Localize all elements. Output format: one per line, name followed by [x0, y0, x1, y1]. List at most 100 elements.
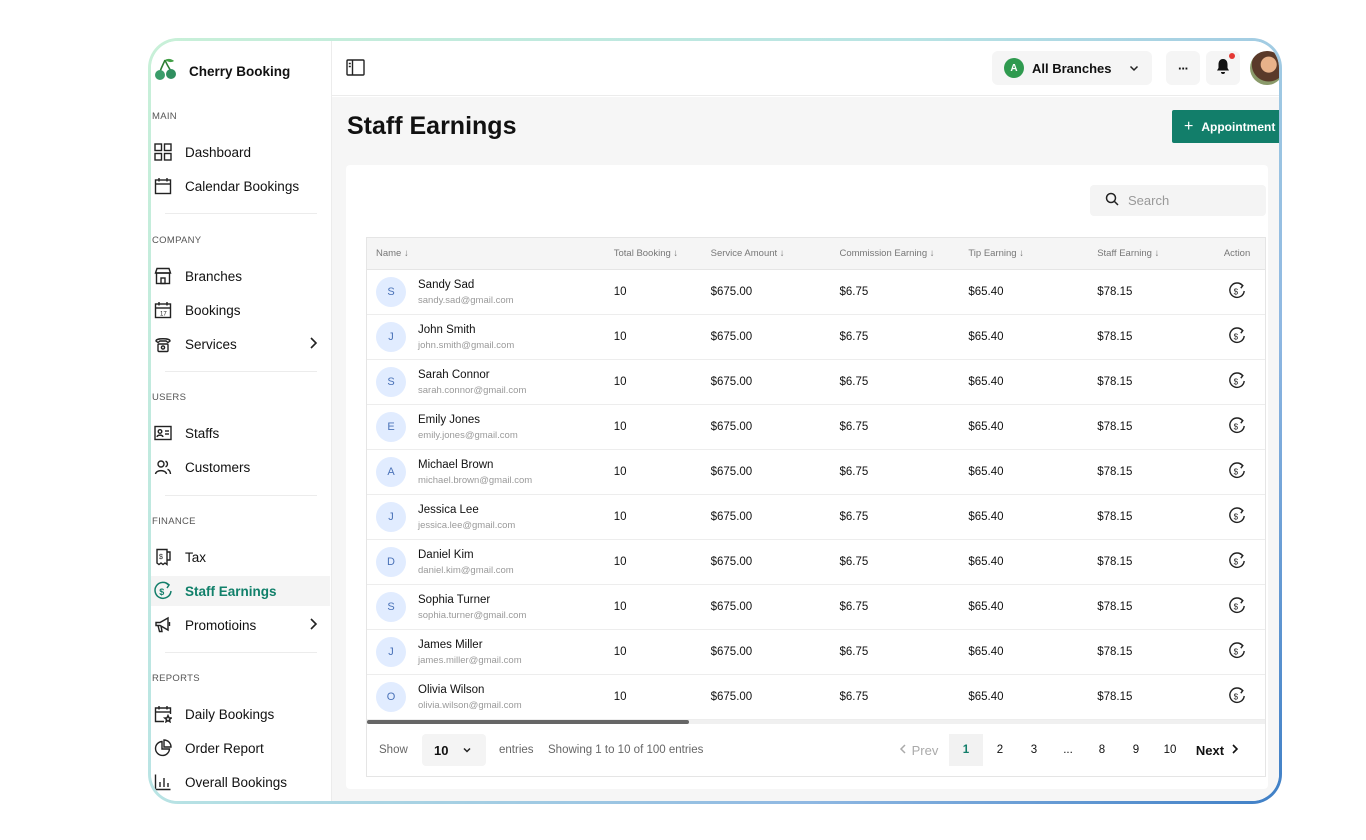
staff-name-block: John Smith john.smith@gmail.com: [418, 323, 514, 352]
sidebar-item-staffs[interactable]: Staffs: [151, 418, 330, 448]
search-input[interactable]: Search: [1090, 185, 1266, 216]
sidebar-item-customers[interactable]: Customers: [151, 452, 330, 482]
sidebar-item-promotions[interactable]: Promotioins: [151, 610, 330, 640]
table-row: J John Smith john.smith@gmail.com 10 $675.00…: [367, 315, 1265, 360]
staff-earning-cell: $78.15: [1097, 376, 1133, 388]
staff-email: jessica.lee@gmail.com: [418, 519, 516, 531]
page-button-3[interactable]: 3: [1017, 734, 1051, 766]
column-header-staff-earning[interactable]: Staff Earning ↓: [1097, 248, 1209, 259]
svg-text:$: $: [159, 554, 163, 561]
table-row: A Michael Brown michael.brown@gmail.com 10 $…: [367, 450, 1265, 495]
sidebar-item-order-report[interactable]: Order Report: [151, 733, 330, 763]
commission-earning-cell: $6.75: [839, 691, 869, 703]
earnings-icon: $: [153, 581, 173, 601]
sidebar-item-services[interactable]: Services: [151, 329, 330, 359]
table-row: S Sandy Sad sandy.sad@gmail.com 10 $675.00 $6…: [367, 270, 1265, 315]
brand[interactable]: Cherry Booking: [153, 57, 290, 86]
sidebar-item-staff-earnings[interactable]: $ Staff Earnings: [151, 576, 330, 606]
staff-earning-cell: $78.15: [1097, 331, 1133, 343]
section-label-finance: FINANCE: [152, 516, 196, 527]
svg-text:$: $: [1234, 422, 1239, 431]
page-button-10[interactable]: 10: [1153, 734, 1187, 766]
sidebar-item-label: Daily Bookings: [185, 706, 275, 722]
sidebar-item-tax[interactable]: $ Tax: [151, 542, 330, 572]
sidebar-toggle-icon[interactable]: [346, 59, 365, 81]
tip-earning-cell: $65.40: [968, 421, 1004, 433]
user-avatar[interactable]: [1250, 51, 1279, 85]
sidebar-item-calendar-bookings[interactable]: Calendar Bookings: [151, 171, 330, 201]
notifications-button[interactable]: [1206, 51, 1240, 85]
pay-earning-icon[interactable]: $: [1228, 641, 1246, 663]
svg-text:$: $: [159, 587, 164, 597]
commission-earning-cell: $6.75: [839, 466, 869, 478]
pay-earning-icon[interactable]: $: [1228, 281, 1246, 303]
staff-email: michael.brown@gmail.com: [418, 474, 533, 486]
sidebar-item-label: Promotioins: [185, 617, 257, 633]
add-appointment-label: Appointment: [1201, 119, 1276, 134]
column-header-commission-earning[interactable]: Commission Earning ↓: [839, 248, 968, 259]
action-cell: $: [1209, 281, 1265, 303]
staff-name-block: Sarah Connor sarah.connor@gmail.com: [418, 368, 526, 397]
staff-earning-cell: $78.15: [1097, 691, 1133, 703]
pay-earning-icon[interactable]: $: [1228, 371, 1246, 393]
commission-earning-cell: $6.75: [839, 646, 869, 658]
staff-cell: J James Miller james.miller@gmail.com: [367, 637, 614, 667]
pay-earning-icon[interactable]: $: [1228, 686, 1246, 708]
action-cell: $: [1209, 686, 1265, 708]
action-cell: $: [1209, 506, 1265, 528]
svg-text:$: $: [1234, 512, 1239, 521]
section-label-company: COMPANY: [152, 235, 202, 246]
sidebar-item-label: Overall Bookings: [185, 774, 288, 790]
dashboard-icon: [153, 142, 173, 162]
svg-text:$: $: [1234, 287, 1239, 296]
staff-avatar: D: [376, 547, 406, 577]
pay-earning-icon[interactable]: $: [1228, 461, 1246, 483]
prev-page-button[interactable]: Prev: [887, 734, 949, 766]
staff-email: sandy.sad@gmail.com: [418, 294, 514, 306]
next-page-button[interactable]: Next: [1187, 734, 1249, 766]
sidebar-item-branches[interactable]: Branches: [151, 261, 330, 291]
staff-earning-cell: $78.15: [1097, 601, 1133, 613]
sidebar-item-dashboard[interactable]: Dashboard: [151, 137, 330, 167]
staff-avatar: S: [376, 367, 406, 397]
staff-cell: O Olivia Wilson olivia.wilson@gmail.com: [367, 682, 614, 712]
svg-text:$: $: [1234, 332, 1239, 341]
branch-select[interactable]: A All Branches: [992, 51, 1152, 85]
pay-earning-icon[interactable]: $: [1228, 416, 1246, 438]
pay-earning-icon[interactable]: $: [1228, 596, 1246, 618]
service-amount-cell: $675.00: [710, 556, 753, 568]
svg-text:$: $: [1234, 467, 1239, 476]
brand-name: Cherry Booking: [189, 64, 291, 79]
search-placeholder: Search: [1128, 193, 1170, 208]
sidebar-item-label: Order Report: [185, 740, 264, 756]
staff-email: sophia.turner@gmail.com: [418, 609, 527, 621]
megaphone-icon: [153, 615, 173, 635]
sidebar-item-label: Staff Earnings: [185, 583, 277, 599]
page-button-8[interactable]: 8: [1085, 734, 1119, 766]
chevron-right-icon: [308, 616, 318, 635]
sidebar-item-label: Dashboard: [185, 144, 252, 160]
tax-icon: $: [153, 547, 173, 567]
pay-earning-icon[interactable]: $: [1228, 551, 1246, 573]
column-header-tip-earning[interactable]: Tip Earning ↓: [968, 248, 1097, 259]
staff-cell: S Sophia Turner sophia.turner@gmail.com: [367, 592, 614, 622]
app-window: Cherry Booking MAIN Dashboard Calendar B…: [151, 41, 1279, 801]
column-header-name[interactable]: Name ↓: [367, 248, 614, 259]
page-button-2[interactable]: 2: [983, 734, 1017, 766]
add-appointment-button[interactable]: + Appointment: [1172, 110, 1279, 143]
pay-earning-icon[interactable]: $: [1228, 506, 1246, 528]
page-button-9[interactable]: 9: [1119, 734, 1153, 766]
sidebar-item-label: Bookings: [185, 302, 241, 318]
per-page-select[interactable]: 10: [422, 734, 486, 766]
staff-avatar: S: [376, 277, 406, 307]
sidebar-item-overall-bookings[interactable]: Overall Bookings: [151, 767, 330, 797]
sidebar-item-daily-bookings[interactable]: Daily Bookings: [151, 699, 330, 729]
more-options-button[interactable]: ···: [1166, 51, 1200, 85]
column-header-service-amount[interactable]: Service Amount ↓: [711, 248, 840, 259]
page-button-1[interactable]: 1: [949, 734, 983, 766]
pay-earning-icon[interactable]: $: [1228, 326, 1246, 348]
table-row: J Jessica Lee jessica.lee@gmail.com 10 $675.…: [367, 495, 1265, 540]
sidebar-item-bookings[interactable]: 17 Bookings: [151, 295, 330, 325]
section-label-main: MAIN: [152, 111, 177, 122]
column-header-total-booking[interactable]: Total Booking ↓: [614, 248, 711, 259]
